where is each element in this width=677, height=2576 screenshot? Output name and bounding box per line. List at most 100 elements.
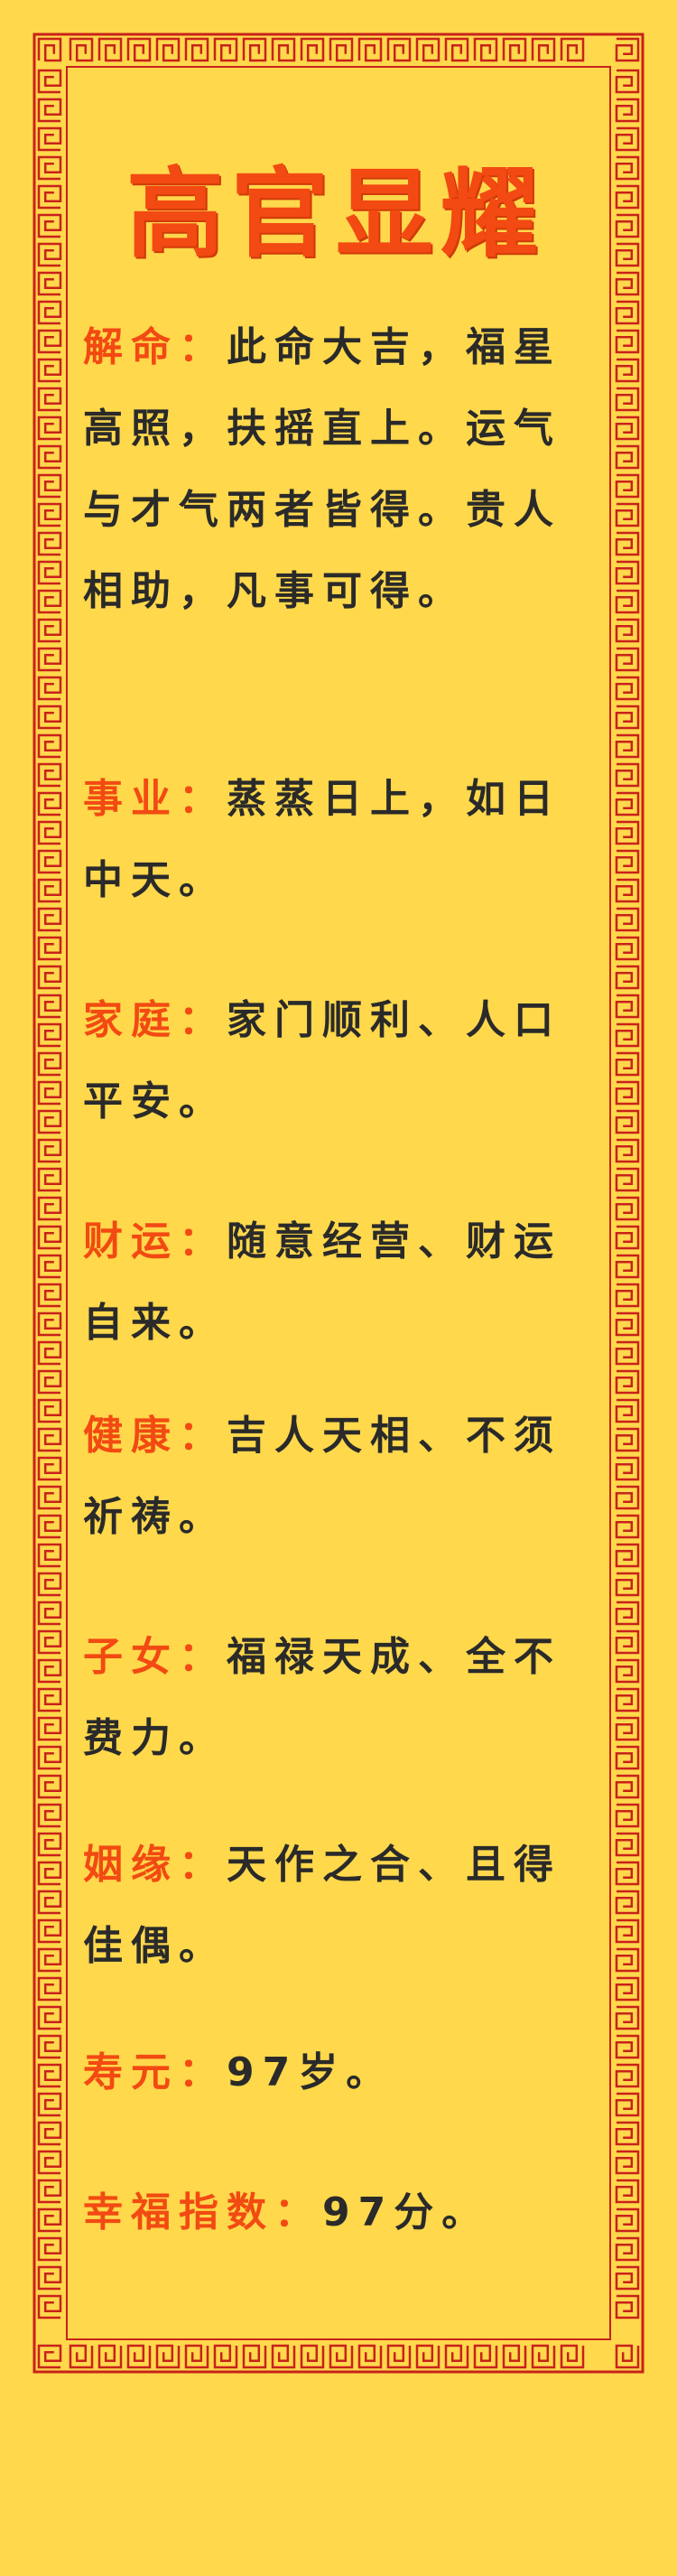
- key-motif: [615, 2034, 640, 2059]
- key-motif: [615, 2150, 640, 2175]
- key-motif: [37, 1398, 62, 1423]
- key-motif: [615, 1976, 640, 2002]
- key-motif: [37, 820, 62, 845]
- key-motif: [615, 1022, 640, 1048]
- key-motif: [615, 1311, 640, 1337]
- key-motif: [242, 2344, 267, 2369]
- key-motif: [615, 2344, 640, 2369]
- key-motif: [415, 37, 441, 62]
- entry-label: 幸福指数：: [83, 2189, 322, 2235]
- key-motif: [615, 1225, 640, 1250]
- key-motif: [300, 37, 325, 62]
- entry-marriage: 姻缘：天作之合、且得佳偶。: [83, 1825, 589, 1987]
- entry-label: 事业：: [83, 776, 227, 822]
- key-motif: [615, 1658, 640, 1684]
- key-motif: [37, 2034, 62, 2059]
- key-motif: [37, 1167, 62, 1192]
- key-motif: [615, 387, 640, 412]
- key-motif: [615, 849, 640, 874]
- key-motif: [37, 1485, 62, 1510]
- key-motif: [37, 1196, 62, 1221]
- key-motif: [37, 2150, 62, 2175]
- key-motif: [560, 2344, 585, 2369]
- key-motif: [615, 473, 640, 499]
- key-motif: [615, 2063, 640, 2088]
- key-motif: [242, 37, 267, 62]
- key-motif: [615, 1774, 640, 1799]
- key-motif: [560, 37, 585, 62]
- key-motif: [615, 2005, 640, 2030]
- key-motif: [37, 1745, 62, 1770]
- key-motif: [37, 2236, 62, 2262]
- key-motif: [37, 1340, 62, 1366]
- key-motif: [37, 994, 62, 1019]
- key-motif: [615, 37, 640, 62]
- key-motif: [615, 329, 640, 354]
- key-motif: [37, 2265, 62, 2291]
- key-motif: [37, 2294, 62, 2319]
- key-motif: [615, 2121, 640, 2146]
- key-motif: [37, 1716, 62, 1741]
- key-motif: [386, 37, 412, 62]
- key-motif: [97, 2344, 123, 2369]
- key-motif: [37, 1687, 62, 1713]
- entry-label: 财运：: [83, 1218, 227, 1265]
- key-motif: [37, 1976, 62, 2002]
- key-motif: [473, 2344, 498, 2369]
- key-motif: [37, 647, 62, 672]
- key-motif: [271, 37, 296, 62]
- key-motif: [615, 69, 640, 94]
- key-motif: [37, 1051, 62, 1077]
- key-motif: [329, 37, 354, 62]
- key-motif: [37, 849, 62, 874]
- key-motif: [37, 1283, 62, 1308]
- key-motif: [615, 705, 640, 730]
- key-motif: [615, 1890, 640, 1915]
- key-motif: [615, 1456, 640, 1481]
- key-motif: [615, 733, 640, 759]
- key-motif: [69, 37, 94, 62]
- key-motif: [329, 2344, 354, 2369]
- key-motif: [184, 2344, 209, 2369]
- key-motif: [615, 1167, 640, 1192]
- key-motif: [37, 762, 62, 788]
- key-motif: [531, 2344, 556, 2369]
- key-motif: [37, 37, 62, 62]
- key-motif: [155, 37, 181, 62]
- key-motif: [502, 2344, 527, 2369]
- key-motif: [37, 329, 62, 354]
- key-motif: [615, 936, 640, 961]
- key-motif: [37, 1572, 62, 1597]
- key-motif: [37, 1774, 62, 1799]
- key-motif: [615, 184, 640, 210]
- entry-label: 姻缘：: [83, 1842, 227, 1888]
- key-motif: [615, 589, 640, 614]
- key-motif: [444, 37, 469, 62]
- key-motif: [37, 358, 62, 383]
- key-motif: [531, 37, 556, 62]
- key-motif: [37, 878, 62, 903]
- key-motif: [37, 1543, 62, 1568]
- key-motif: [615, 1369, 640, 1395]
- key-motif: [37, 502, 62, 527]
- entry-label: 家庭：: [83, 997, 227, 1043]
- key-motif: [37, 1601, 62, 1626]
- page-title: 高官显耀: [125, 157, 545, 271]
- key-motif: [37, 1947, 62, 1973]
- key-motif: [615, 271, 640, 296]
- key-motif: [300, 2344, 325, 2369]
- entry-wealth: 财运：随意经营、财运自来。: [83, 1201, 589, 1364]
- key-motif: [213, 2344, 238, 2369]
- key-motif: [615, 1340, 640, 1366]
- key-motif: [615, 878, 640, 903]
- key-motif: [615, 647, 640, 672]
- entry-jieming: 解命：此命大吉，福星高照，扶摇直上。运气与才气两者皆得。贵人相助，凡事可得。: [83, 307, 589, 632]
- key-motif: [615, 2179, 640, 2204]
- key-motif: [615, 791, 640, 817]
- key-motif: [615, 1832, 640, 1857]
- key-motif: [615, 1947, 640, 1973]
- entry-children: 子女：福禄天成、全不费力。: [83, 1617, 589, 1779]
- entry-label: 寿元：: [83, 2049, 227, 2095]
- key-motif: [615, 1687, 640, 1713]
- entry-lifespan: 寿元：97岁。: [83, 2032, 589, 2114]
